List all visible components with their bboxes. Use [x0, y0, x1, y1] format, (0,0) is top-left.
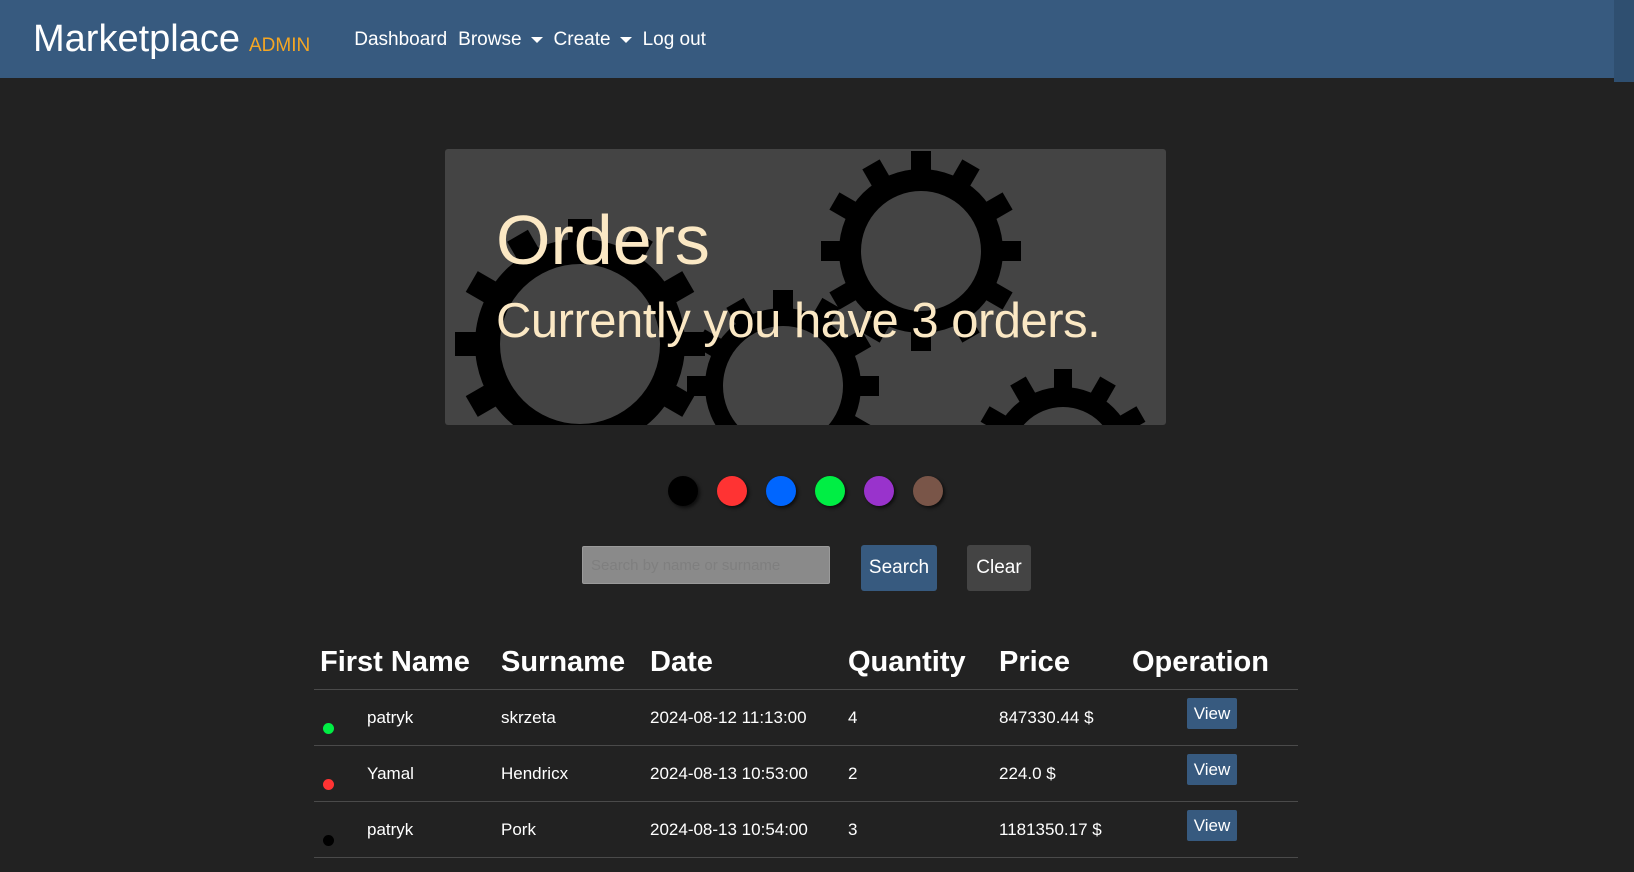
table-row: Yamal Hendricx 2024-08-13 10:53:00 2 224… — [314, 746, 1298, 802]
cell-date: 2024-08-13 10:54:00 — [650, 820, 808, 839]
page-title: Orders — [496, 201, 710, 279]
cell-price: 847330.44 $ — [999, 708, 1094, 727]
column-header-price: Price — [999, 646, 1070, 678]
nav-create-dropdown[interactable]: Create — [554, 29, 632, 51]
color-swatch-green[interactable] — [815, 476, 845, 506]
nav-logout[interactable]: Log out — [643, 29, 706, 51]
cell-surname: Pork — [501, 820, 536, 839]
cell-quantity: 4 — [848, 708, 858, 727]
scrollbar[interactable] — [1614, 0, 1634, 82]
color-swatch-brown[interactable] — [913, 476, 943, 506]
nav-browse-dropdown[interactable]: Browse — [458, 29, 543, 51]
chevron-down-icon — [619, 37, 632, 43]
cell-surname: skrzeta — [501, 708, 556, 727]
clear-button[interactable]: Clear — [967, 545, 1031, 591]
status-dot — [323, 723, 334, 734]
top-navbar: Marketplace ADMIN Dashboard Browse Creat… — [0, 0, 1614, 78]
color-swatch-blue[interactable] — [766, 476, 796, 506]
table-header: First Name Surname Date Quantity Price O… — [314, 640, 1298, 690]
cell-quantity: 3 — [848, 820, 858, 839]
color-swatch-black[interactable] — [668, 476, 698, 506]
cell-date: 2024-08-13 10:53:00 — [650, 764, 808, 783]
brand-admin-tag: ADMIN — [248, 34, 311, 56]
color-filter-swatches — [668, 476, 962, 506]
column-header-operation: Operation — [1132, 646, 1269, 678]
view-order-button[interactable]: View — [1187, 754, 1237, 785]
cell-surname: Hendricx — [501, 764, 569, 783]
table-row: patryk skrzeta 2024-08-12 11:13:00 4 847… — [314, 690, 1298, 746]
status-dot — [323, 779, 334, 790]
table-row: patryk Pork 2024-08-13 10:54:00 3 118135… — [314, 802, 1298, 858]
cell-first-name: patryk — [367, 708, 414, 727]
status-dot — [323, 835, 334, 846]
cell-price: 224.0 $ — [999, 764, 1056, 783]
color-swatch-red[interactable] — [717, 476, 747, 506]
orders-table: First Name Surname Date Quantity Price O… — [314, 640, 1298, 858]
nav-dashboard[interactable]: Dashboard — [354, 29, 447, 51]
orders-count-text: Currently you have 3 orders. — [496, 294, 1101, 348]
search-input[interactable] — [582, 546, 830, 584]
nav-logout-label: Log out — [642, 29, 706, 50]
cell-quantity: 2 — [848, 764, 858, 783]
nav-links: Dashboard Browse Create Log out — [354, 29, 717, 51]
column-header-first-name: First Name — [320, 646, 470, 678]
gears-icon — [455, 151, 1146, 425]
chevron-down-icon — [530, 37, 543, 43]
nav-create-label: Create — [553, 29, 611, 50]
cell-date: 2024-08-12 11:13:00 — [650, 708, 807, 727]
brand[interactable]: Marketplace ADMIN — [33, 18, 310, 61]
orders-hero-banner: Orders Currently you have 3 orders. — [445, 149, 1166, 425]
column-header-date: Date — [650, 646, 713, 678]
nav-browse-label: Browse — [458, 29, 522, 50]
column-header-surname: Surname — [501, 646, 626, 678]
cell-first-name: patryk — [367, 820, 414, 839]
view-order-button[interactable]: View — [1187, 698, 1237, 729]
brand-name[interactable]: Marketplace — [33, 18, 240, 61]
view-order-button[interactable]: View — [1187, 810, 1237, 841]
nav-dashboard-label: Dashboard — [354, 29, 448, 50]
color-swatch-purple[interactable] — [864, 476, 894, 506]
cell-first-name: Yamal — [367, 764, 414, 783]
cell-price: 1181350.17 $ — [999, 820, 1102, 839]
column-header-quantity: Quantity — [848, 646, 966, 678]
search-button[interactable]: Search — [861, 545, 937, 591]
